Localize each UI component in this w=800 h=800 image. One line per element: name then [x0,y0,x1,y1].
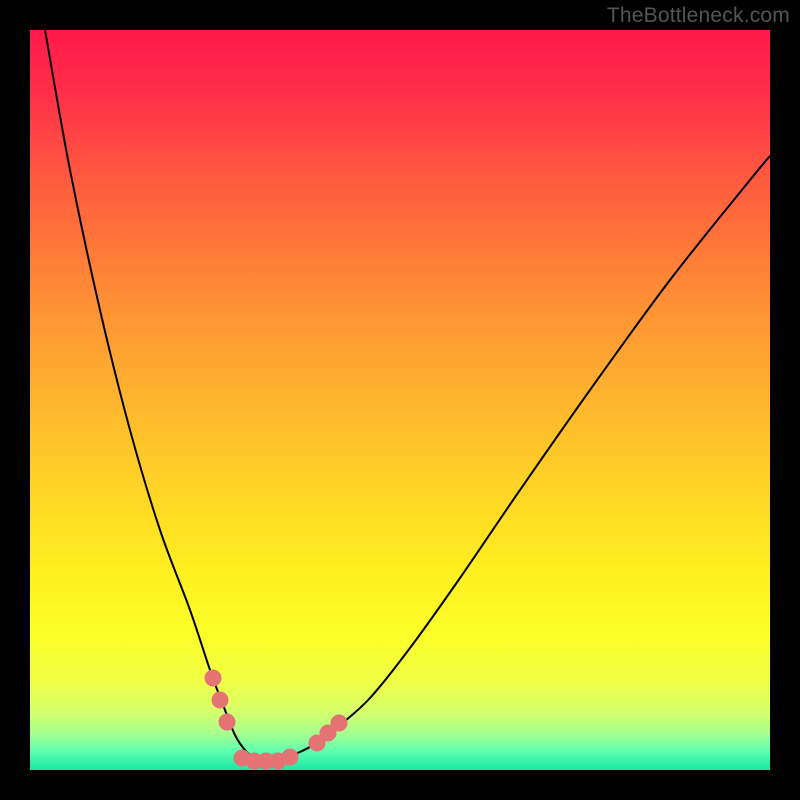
plot-area [30,30,770,770]
data-markers [205,670,348,770]
data-marker [212,692,229,709]
watermark-text: TheBottleneck.com [607,4,790,28]
data-marker [282,749,299,766]
data-marker [331,715,348,732]
curve-layer [30,30,770,770]
data-marker [205,670,222,687]
data-marker [219,714,236,731]
chart-frame: TheBottleneck.com [0,0,800,800]
bottleneck-curve [45,30,770,760]
